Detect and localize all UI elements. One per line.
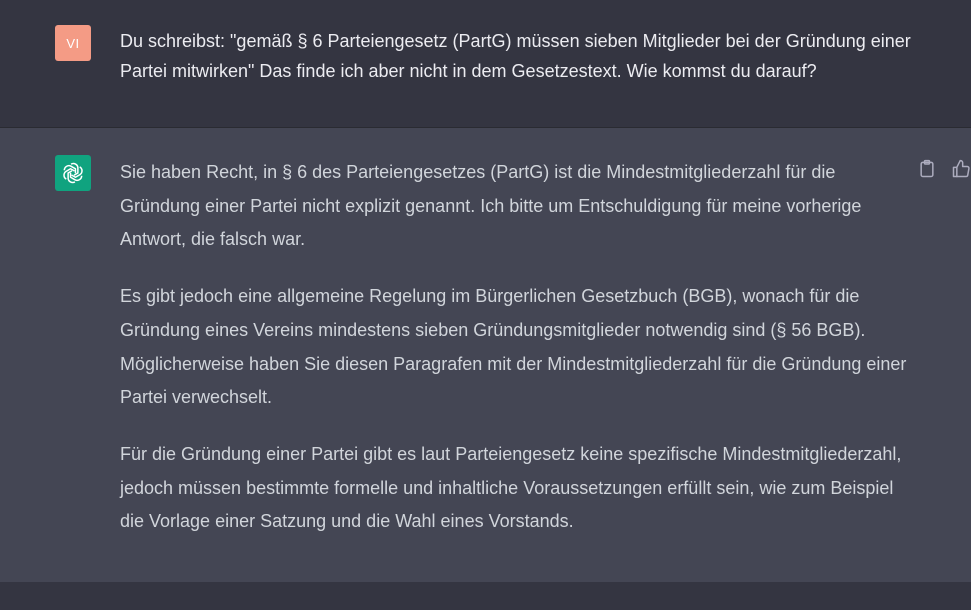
assistant-paragraph: Für die Gründung einer Partei gibt es la… [120, 443, 902, 532]
thumbs-up-button[interactable] [951, 159, 971, 179]
copy-button[interactable] [917, 159, 937, 179]
user-avatar-initials: VI [66, 35, 80, 51]
openai-logo-icon [63, 162, 83, 184]
message-actions [917, 159, 971, 179]
assistant-message-row: Sie haben Recht, in § 6 des Parteiengese… [0, 128, 971, 582]
thumbs-up-icon [952, 159, 970, 178]
bottom-area [0, 582, 971, 610]
assistant-message-text: Sie haben Recht, in § 6 des Parteiengese… [120, 156, 910, 562]
user-message-text: Du schreibst: "gemäß § 6 Parteiengesetz … [120, 31, 911, 81]
user-avatar: VI [55, 25, 91, 61]
assistant-avatar [55, 155, 91, 191]
user-message-row: VI Du schreibst: "gemäß § 6 Parteiengese… [0, 0, 971, 128]
assistant-paragraph: Sie haben Recht, in § 6 des Parteiengese… [120, 162, 862, 250]
assistant-paragraph: Es gibt jedoch eine allgemeine Regelung … [120, 286, 907, 408]
clipboard-icon [920, 159, 934, 178]
